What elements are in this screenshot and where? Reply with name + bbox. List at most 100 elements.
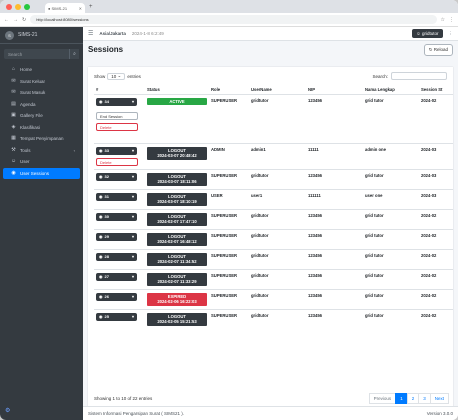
sidebar-item-tempat[interactable]: ▦ Tempat Penyimpanan [3,133,80,145]
home-icon: ⌂ [11,66,16,73]
sidebar-item-label: Tools [20,147,31,153]
row-id-cell: ◉ 32 ▾ [94,168,145,189]
sidebar-nav: ⌂ Home ✉ Surat Keluar ✉ Surat Masuk ▤ Agenda… [0,64,83,179]
entries-select[interactable]: 10 ⌄ [107,72,126,80]
sessions-card: Show 10 ⌄ entries Search: # Status Role … [88,67,453,407]
row-role: SUPERUSER [209,308,249,329]
row-toggle-button[interactable]: ◉ 32 ▾ [96,172,137,181]
eye-icon: ◉ [99,274,103,279]
eye-icon: ◉ [99,214,103,219]
row-status-cell: LOGOUT 2024-03-07 20:48:42 [145,142,209,169]
row-role: ADMIN [209,142,249,169]
col-session-start[interactable]: Session St [419,85,453,95]
top-navbar: ☰ Asia/Jakarta 2024-1-8 6:2:49 ☺ gridtut… [83,27,458,41]
wrench-icon: ⚒ [11,146,16,153]
row-toggle-button[interactable]: ◉ 30 ▾ [96,212,137,221]
close-window-icon[interactable] [6,3,12,10]
row-session-start: 2024-02 [419,93,453,143]
row-session-start: 2024-03 [419,142,453,169]
maximize-window-icon[interactable] [24,3,30,10]
row-nip: 123456 [306,288,363,309]
table-row: ◉ 31 ▾ LOGOUT 2024-03-07 18:10:19 USER user1 11… [94,188,453,209]
sidebar: S SIMS-21 Search ⌕ ⌂ Home ✉ Surat Keluar ✉… [0,27,83,420]
table-row: ◉ 34 ▾ End Session Delete ACTIVE SUPERUSER grid… [94,93,453,143]
row-username: gridtutor [249,168,306,189]
row-username: gridtutor [249,308,306,329]
settings-icon[interactable]: ⚙ [5,407,10,414]
table-row: ◉ 32 ▾ LOGOUT 2024-03-07 18:11:06 SUPERUSER gr… [94,168,453,189]
menu-toggle-icon[interactable]: ☰ [88,30,93,37]
tab-close-icon[interactable]: ✕ [79,6,82,11]
row-toggle-button[interactable]: ◉ 28 ▾ [96,252,137,261]
agenda-icon: ▤ [11,100,16,107]
row-nip: 123456 [306,308,363,329]
forward-icon[interactable]: → [13,17,18,23]
new-tab-icon[interactable]: + [89,4,93,10]
chevron-left-icon: ‹ [73,147,75,153]
row-toggle-button[interactable]: ◉ 31 ▾ [96,192,137,201]
browser-tab[interactable]: ● SIMS-21 ✕ [45,3,85,13]
sessions-table: # Status Role UserName NIP Nama Lengkap … [94,85,453,329]
col-id[interactable]: # [94,85,145,95]
end-session-button[interactable]: End Session [96,111,138,120]
row-id-cell: ◉ 30 ▾ [94,208,145,229]
status-badge: LOGOUT 2024-02-05 15:21:53 [147,312,207,326]
tab-title: SIMS-21 [51,5,68,11]
delete-button[interactable]: Delete [96,122,138,131]
sidebar-search-input[interactable]: Search ⌕ [4,49,79,59]
page-next[interactable]: Next [429,393,449,404]
row-toggle-button[interactable]: ◉ 27 ▾ [96,272,137,281]
table-info: Showing 1 to 10 of 22 entries [94,396,153,401]
search-icon[interactable]: ⌕ [69,49,79,59]
row-role: SUPERUSER [209,288,249,309]
chevron-down-icon: ▾ [131,148,134,153]
table-row: ◉ 33 ▾ Delete LOGOUT 2024-03-07 20:48:42 ADMIN… [94,142,453,169]
refresh-icon[interactable]: ↻ [22,17,26,23]
sidebar-item-agenda[interactable]: ▤ Agenda [3,99,80,111]
page-previous[interactable]: Previous [368,393,397,404]
chevron-down-icon: ▾ [131,294,134,299]
user-menu-button[interactable]: ☺ gridtutor [412,29,443,38]
row-id-cell: ◉ 28 ▾ [94,248,145,269]
row-name: grid tutor [363,308,419,329]
delete-button[interactable]: Delete [96,157,138,166]
browser-menu-icon[interactable]: ⋮ [449,17,454,23]
col-username[interactable]: UserName [249,85,306,95]
back-icon[interactable]: ← [4,17,9,23]
col-role[interactable]: Role [209,85,249,95]
more-options-icon[interactable]: ⋮ [449,31,454,37]
col-status[interactable]: Status [145,85,209,95]
row-toggle-button[interactable]: ◉ 29 ▾ [96,232,137,241]
row-name: grid tutor [363,208,419,229]
sidebar-item-tools[interactable]: ⚒ Tools ‹ [3,145,80,157]
row-status-cell: LOGOUT 2024-02-07 11:33:29 [145,268,209,289]
row-toggle-button[interactable]: ◉ 33 ▾ [96,146,137,155]
sidebar-item-surat-masuk[interactable]: ✉ Surat Masuk [3,87,80,99]
sidebar-item-user-sessions[interactable]: ◉ User Sessions [3,167,80,179]
col-nip[interactable]: NIP [306,85,363,95]
row-toggle-button[interactable]: ◉ 34 ▾ [96,97,137,106]
url-input[interactable]: http://localhost:8080/sessions [30,15,437,24]
row-username: gridtutor [249,288,306,309]
show-label: Show [94,73,106,79]
row-toggle-button[interactable]: ◉ 25 ▾ [96,312,137,321]
sidebar-item-home[interactable]: ⌂ Home [3,64,80,76]
row-session-start: 2024-02 [419,308,453,329]
sidebar-item-label: Gallery File [20,113,43,119]
minimize-window-icon[interactable] [15,3,21,10]
row-session-start: 2024-02 [419,288,453,309]
row-id-cell: ◉ 34 ▾ End Session Delete [94,93,145,143]
bookmark-icon[interactable]: ☆ [441,17,445,23]
brand[interactable]: S SIMS-21 [0,27,83,44]
sidebar-item-label: Klasifikasi [20,124,41,130]
row-name: grid tutor [363,93,419,143]
row-toggle-button[interactable]: ◉ 26 ▾ [96,292,137,301]
sidebar-item-user[interactable]: ☺ User [3,156,80,168]
col-nama[interactable]: Nama Lengkap [363,85,419,95]
sidebar-item-surat-keluar[interactable]: ✉ Surat Keluar [3,76,80,88]
sidebar-item-gallery[interactable]: ▣ Gallery File [3,110,80,122]
table-row: ◉ 25 ▾ LOGOUT 2024-02-05 15:21:53 SUPERUSER gr… [94,308,453,329]
sidebar-item-klasifikasi[interactable]: ◈ Klasifikasi [3,122,80,134]
reload-button[interactable]: ↻ Reload [423,43,453,56]
table-search-input[interactable] [391,72,447,80]
